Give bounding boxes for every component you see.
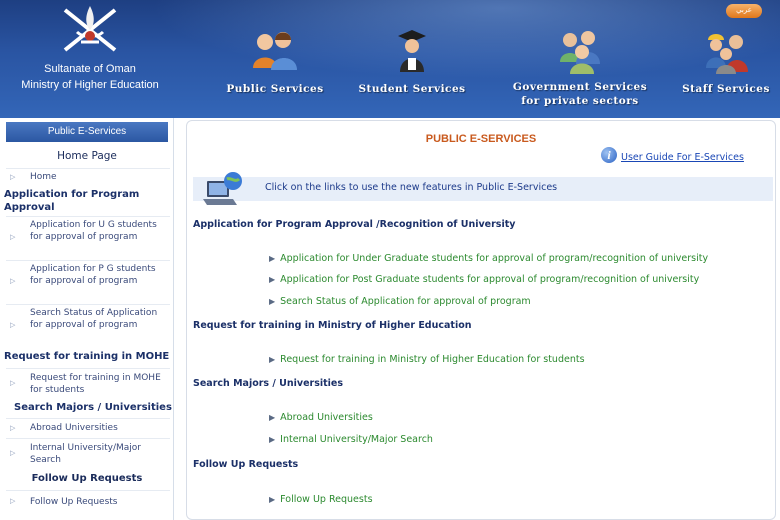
arrow-bullet-icon: ▷ <box>10 379 16 387</box>
link-search-status[interactable]: ▶ Search Status of Application for approv… <box>269 289 531 308</box>
sidebar-item-label: Home <box>30 172 57 182</box>
sidebar-item-follow-up[interactable]: ▷ Follow Up Requests <box>6 490 170 510</box>
section-heading-program-approval: Application for Program Approval /Recogn… <box>193 219 516 230</box>
link-abroad-universities[interactable]: ▶ Abroad Universities <box>269 405 373 424</box>
sidebar-item-label: Internal University/Major Search <box>30 443 141 465</box>
arrow-bullet-icon: ▷ <box>10 233 16 241</box>
arrow-bullet-icon: ▶ <box>269 495 276 504</box>
info-icon: i <box>601 147 617 163</box>
sidebar-item-abroad-universities[interactable]: ▷ Abroad Universities <box>6 418 170 436</box>
language-toggle-button[interactable]: عربي <box>726 4 762 18</box>
nav-government-services[interactable]: Government Services for private sectors <box>500 0 660 118</box>
nav-student-services[interactable]: Student Services <box>352 0 472 118</box>
user-guide-link[interactable]: User Guide For E-Services <box>621 152 744 163</box>
nav-public-label: Public Services <box>226 83 324 95</box>
sidebar-item-request-training[interactable]: ▷ Request for training in MOHE for stude… <box>6 368 170 398</box>
ministry-logo[interactable]: Sultanate of Oman Ministry of Higher Edu… <box>0 0 180 118</box>
link-request-training[interactable]: ▶ Request for training in Ministry of Hig… <box>269 347 585 366</box>
sidebar-section-search-majors: Search Majors / Universities <box>14 402 172 413</box>
arrow-bullet-icon: ▷ <box>10 497 16 505</box>
nav-public-services[interactable]: Public Services <box>215 0 335 118</box>
arrow-bullet-icon: ▶ <box>269 413 276 422</box>
arrow-bullet-icon: ▶ <box>269 355 276 364</box>
nav-staff-services[interactable]: Staff Services <box>672 0 780 118</box>
arrow-bullet-icon: ▶ <box>269 275 276 284</box>
org-name-line1: Sultanate of Oman <box>44 63 136 75</box>
sidebar-section-follow-up: Follow Up Requests <box>31 473 143 484</box>
section-heading-follow-up: Follow Up Requests <box>193 459 299 470</box>
laptop-globe-icon <box>203 172 242 205</box>
sidebar-section-program-approval: Application for Program Approval <box>4 189 140 213</box>
arrow-bullet-icon: ▷ <box>10 321 16 329</box>
oman-emblem-icon <box>63 6 117 52</box>
arrow-bullet-icon: ▷ <box>10 173 16 181</box>
arrow-bullet-icon: ▷ <box>10 424 16 432</box>
link-internal-search[interactable]: ▶ Internal University/Major Search <box>269 427 433 446</box>
sidebar-item-home[interactable]: ▷ Home <box>6 168 170 184</box>
staff-workers-icon <box>706 34 748 74</box>
link-label: Application for Post Graduate students f… <box>280 274 700 285</box>
link-label: Internal University/Major Search <box>280 434 433 445</box>
sidebar-item-label: Request for training in MOHE for student… <box>30 373 161 395</box>
intro-text: Click on the links to use the new featur… <box>265 182 558 193</box>
link-label: Abroad Universities <box>280 412 373 423</box>
nav-gov-label-line2: for private sectors <box>521 95 639 107</box>
sidebar-item-label: Follow Up Requests <box>30 497 118 507</box>
sidebar-section-training: Request for training in MOHE <box>4 351 170 362</box>
sidebar-item-label: Search Status of Application for approva… <box>30 308 158 330</box>
sidebar-item-label: Application for P G students for approva… <box>30 264 156 286</box>
page-title: PUBLIC E-SERVICES <box>425 133 537 145</box>
sidebar-item-internal-search[interactable]: ▷ Internal University/Major Search <box>6 438 170 468</box>
arrow-bullet-icon: ▶ <box>269 297 276 306</box>
sidebar-home-title: Home Page <box>57 150 117 162</box>
link-ug-approval[interactable]: ▶ Application for Under Graduate students… <box>269 246 708 265</box>
section-heading-search-majors: Search Majors / Universities <box>193 378 344 389</box>
student-graduate-icon <box>398 30 426 72</box>
arrow-bullet-icon: ▷ <box>10 449 16 457</box>
intro-bar: Click on the links to use the new featur… <box>193 177 773 201</box>
link-follow-up[interactable]: ▶ Follow Up Requests <box>269 487 373 506</box>
nav-gov-label-line1: Government Services <box>512 81 648 93</box>
sidebar-header: Public E-Services <box>6 122 168 142</box>
arrow-bullet-icon: ▶ <box>269 435 276 444</box>
government-services-people-icon <box>560 31 600 74</box>
link-label: Follow Up Requests <box>280 494 373 505</box>
sidebar-item-label: Abroad Universities <box>30 423 118 433</box>
arrow-bullet-icon: ▷ <box>10 277 16 285</box>
section-heading-training: Request for training in Ministry of High… <box>193 320 472 331</box>
link-label: Request for training in Ministry of High… <box>280 354 585 365</box>
arrow-bullet-icon: ▶ <box>269 254 276 263</box>
public-services-people-icon <box>253 32 297 70</box>
sidebar-item-label: Application for U G students for approva… <box>30 220 157 242</box>
sidebar: Public E-Services Home Page ▷ Home Appli… <box>0 118 174 520</box>
sidebar-item-app-pg[interactable]: ▷ Application for P G students for appro… <box>6 260 170 300</box>
main-content: PUBLIC E-SERVICES i User Guide For E-Ser… <box>186 120 776 520</box>
org-name-line2: Ministry of Higher Education <box>21 79 159 91</box>
sidebar-item-app-ug[interactable]: ▷ Application for U G students for appro… <box>6 216 170 256</box>
link-pg-approval[interactable]: ▶ Application for Post Graduate students … <box>269 267 699 286</box>
nav-student-label: Student Services <box>358 83 466 95</box>
link-label: Search Status of Application for approva… <box>280 296 531 307</box>
site-header: Sultanate of Oman Ministry of Higher Edu… <box>0 0 780 118</box>
nav-staff-label: Staff Services <box>682 83 770 95</box>
link-label: Application for Under Graduate students … <box>280 253 709 264</box>
sidebar-item-search-status[interactable]: ▷ Search Status of Application for appro… <box>6 304 170 344</box>
